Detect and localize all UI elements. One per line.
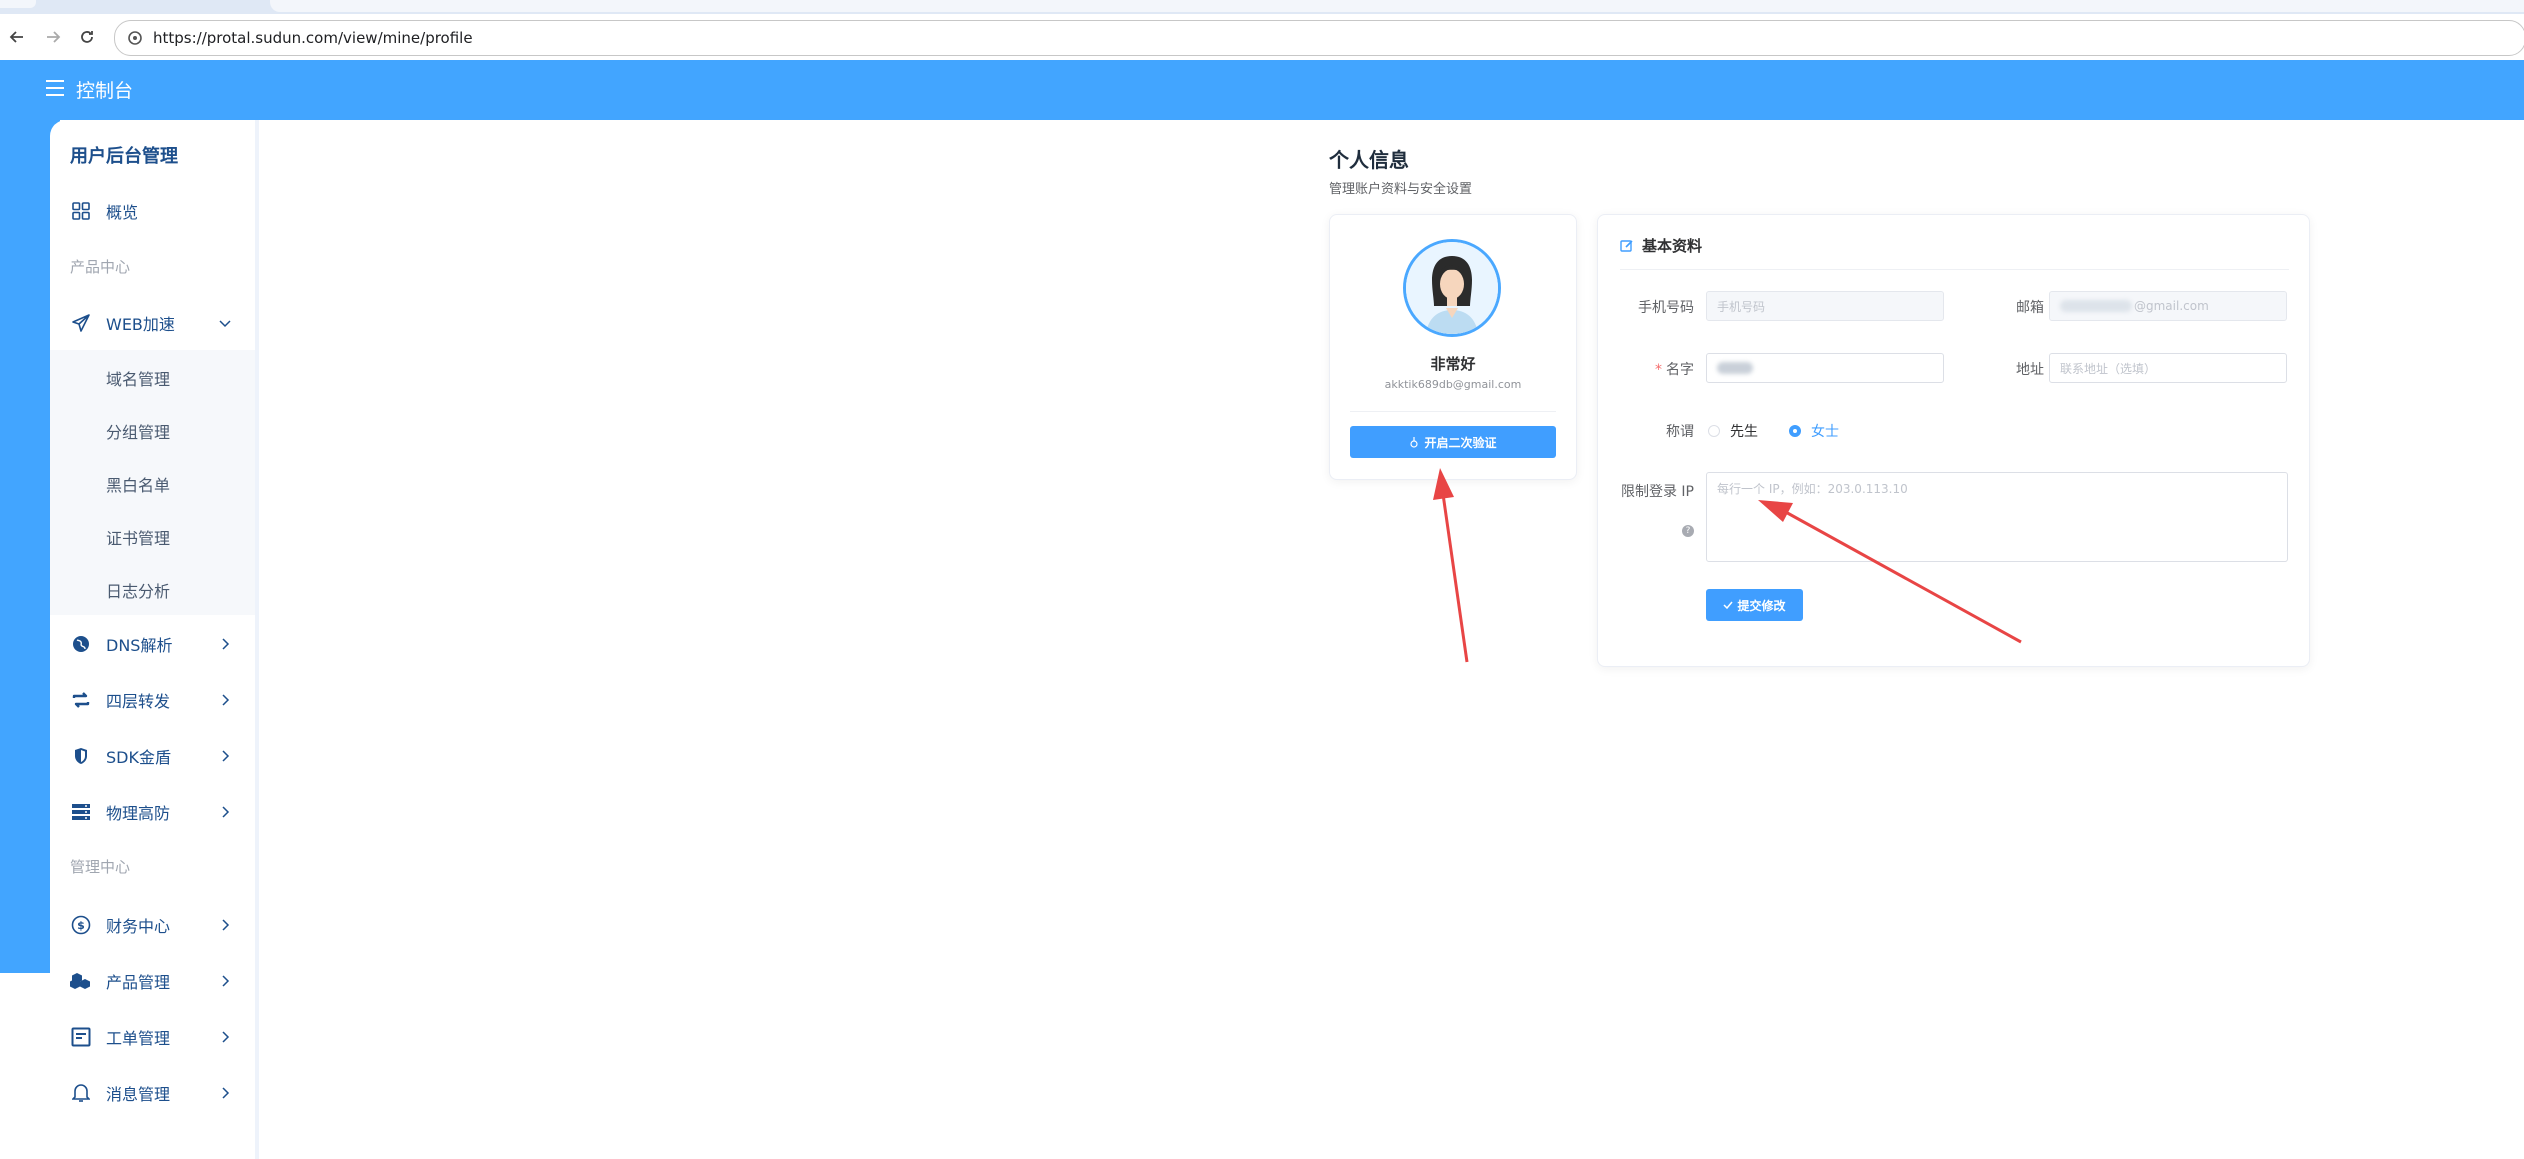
arrow-to-2fa-button (1433, 468, 1469, 663)
arrow-to-ip-textarea (1758, 500, 2022, 644)
annotation-arrows (1433, 468, 2022, 663)
